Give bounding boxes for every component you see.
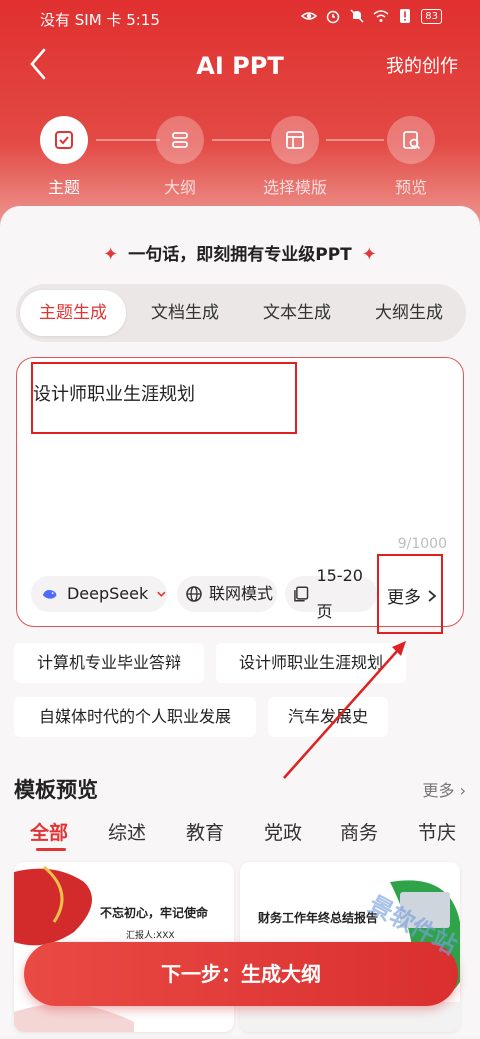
template-more-link[interactable]: 更多 › bbox=[422, 777, 466, 801]
web-mode-label: 联网模式 bbox=[209, 584, 274, 603]
deepseek-whale-icon bbox=[42, 590, 57, 599]
tab-topic-generate[interactable]: 主题生成 bbox=[20, 290, 126, 336]
status-icons: 83 bbox=[301, 8, 442, 24]
generation-mode-tabs: 主题生成 文档生成 文本生成 大纲生成 bbox=[16, 284, 466, 342]
category-tab-review[interactable]: 综述 bbox=[108, 818, 146, 845]
category-tab-party[interactable]: 党政 bbox=[264, 818, 302, 845]
back-arrow-icon[interactable] bbox=[24, 44, 54, 84]
step-outline[interactable]: 大纲 bbox=[130, 112, 230, 198]
step-label: 选择模版 bbox=[262, 178, 327, 197]
status-bar: 没有 SIM 卡 5:15 83 bbox=[0, 0, 480, 36]
category-tab-education[interactable]: 教育 bbox=[186, 818, 224, 845]
next-step-button[interactable]: 下一步：生成大纲 bbox=[24, 942, 458, 1006]
topic-icon bbox=[40, 116, 88, 164]
mute-icon bbox=[350, 9, 364, 23]
suggestion-chip[interactable]: 计算机专业毕业答辩 bbox=[14, 643, 204, 683]
step-preview[interactable]: 预览 bbox=[361, 112, 461, 198]
tab-text-generate[interactable]: 文本生成 bbox=[244, 290, 350, 336]
step-label: 预览 bbox=[394, 178, 427, 197]
tab-outline-generate[interactable]: 大纲生成 bbox=[356, 290, 462, 336]
step-choose-template[interactable]: 选择模版 bbox=[245, 112, 345, 198]
char-count: 9/1000 bbox=[397, 536, 447, 552]
sparkle-icon: ✦ bbox=[361, 244, 377, 265]
battery-indicator: 83 bbox=[421, 8, 442, 24]
chevron-down-icon bbox=[157, 591, 166, 597]
template-more-label: 更多 bbox=[422, 781, 455, 800]
model-label: DeepSeek bbox=[66, 584, 149, 603]
suggestion-chip[interactable]: 自媒体时代的个人职业发展 bbox=[14, 697, 256, 737]
annotation-box-more bbox=[377, 554, 443, 634]
category-tab-all[interactable]: 全部 bbox=[30, 818, 68, 845]
template-subtitle: 汇报人:XXX bbox=[126, 931, 175, 941]
outline-icon bbox=[156, 116, 204, 164]
page-count-selector[interactable]: 15-20页 bbox=[285, 566, 377, 621]
step-topic[interactable]: 主题 bbox=[14, 112, 114, 198]
topic-input-card: 设计师职业生涯规划 9/1000 DeepSeek 联网模式 15-20页 更多 bbox=[16, 357, 464, 634]
tab-document-generate[interactable]: 文档生成 bbox=[132, 290, 238, 336]
template-title: 不忘初心，牢记使命 bbox=[100, 906, 209, 920]
status-carrier-time: 没有 SIM 卡 5:15 bbox=[40, 11, 160, 29]
slogan: ✦ 一句话，即刻拥有专业级PPT ✦ bbox=[0, 240, 480, 265]
active-tab-indicator bbox=[36, 848, 66, 851]
chevron-right-icon: › bbox=[459, 781, 466, 800]
pages-icon bbox=[294, 586, 309, 602]
nav-bar: AI PPT 我的创作 bbox=[0, 38, 480, 94]
model-selector[interactable]: DeepSeek bbox=[31, 576, 167, 612]
eye-icon bbox=[301, 12, 318, 20]
web-mode-toggle[interactable]: 联网模式 bbox=[177, 576, 277, 612]
progress-steps: 主题 大纲 选择模版 预览 bbox=[0, 112, 480, 202]
globe-icon bbox=[186, 586, 202, 602]
template-title: 财务工作年终总结报告 bbox=[258, 911, 379, 925]
my-creations-link[interactable]: 我的创作 bbox=[386, 52, 458, 78]
preview-icon bbox=[387, 116, 435, 164]
wifi-icon bbox=[373, 10, 389, 22]
step-label: 主题 bbox=[47, 178, 80, 197]
category-tab-festival[interactable]: 节庆 bbox=[418, 818, 456, 845]
alert-icon bbox=[400, 9, 411, 23]
step-label: 大纲 bbox=[163, 178, 196, 197]
page-count-label: 15-20页 bbox=[316, 566, 363, 621]
suggestion-chip[interactable]: 设计师职业生涯规划 bbox=[216, 643, 406, 683]
template-icon bbox=[271, 116, 319, 164]
template-preview-title: 模板预览 bbox=[14, 778, 98, 802]
suggestion-chip[interactable]: 汽车发展史 bbox=[268, 697, 388, 737]
category-tab-business[interactable]: 商务 bbox=[340, 818, 378, 845]
slogan-text: 一句话，即刻拥有专业级PPT bbox=[128, 245, 352, 265]
annotation-box-topic bbox=[31, 362, 297, 434]
alarm-icon bbox=[327, 10, 340, 24]
sparkle-icon: ✦ bbox=[103, 244, 119, 265]
